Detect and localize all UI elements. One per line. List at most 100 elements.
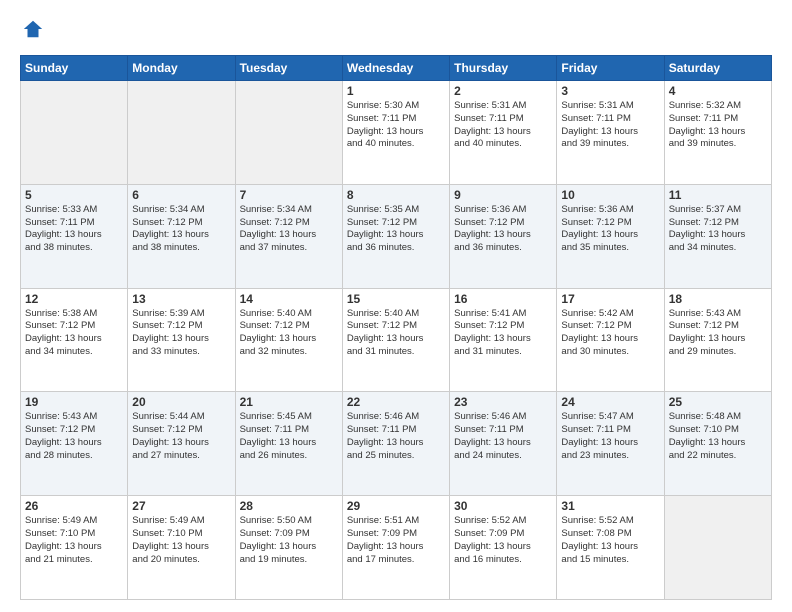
day-info: Sunrise: 5:34 AM Sunset: 7:12 PM Dayligh… (132, 204, 230, 255)
day-number: 10 (561, 188, 659, 202)
page: SundayMondayTuesdayWednesdayThursdayFrid… (0, 0, 792, 612)
day-info: Sunrise: 5:50 AM Sunset: 7:09 PM Dayligh… (240, 515, 338, 566)
day-number: 6 (132, 188, 230, 202)
calendar-cell: 19 Sunrise: 5:43 AM Sunset: 7:12 PM Dayli… (21, 392, 128, 496)
day-info: Sunrise: 5:38 AM Sunset: 7:12 PM Dayligh… (25, 308, 123, 359)
day-info: Sunrise: 5:31 AM Sunset: 7:11 PM Dayligh… (454, 100, 552, 151)
day-info: Sunrise: 5:43 AM Sunset: 7:12 PM Dayligh… (669, 308, 767, 359)
day-number: 19 (25, 395, 123, 409)
calendar-cell: 22Sunrise: 5:46 AM Sunset: 7:11 PM Dayli… (342, 392, 449, 496)
day-info: Sunrise: 5:44 AM Sunset: 7:12 PM Dayligh… (132, 411, 230, 462)
day-info: Sunrise: 5:40 AM Sunset: 7:12 PM Dayligh… (240, 308, 338, 359)
day-header-wednesday: Wednesday (342, 56, 449, 81)
calendar-cell: 8Sunrise: 5:35 AM Sunset: 7:12 PM Daylig… (342, 184, 449, 288)
day-info: Sunrise: 5:36 AM Sunset: 7:12 PM Dayligh… (561, 204, 659, 255)
day-info: Sunrise: 5:36 AM Sunset: 7:12 PM Dayligh… (454, 204, 552, 255)
day-number: 13 (132, 292, 230, 306)
day-number: 17 (561, 292, 659, 306)
day-number: 21 (240, 395, 338, 409)
calendar-cell: 4 Sunrise: 5:32 AM Sunset: 7:11 PM Daylig… (664, 81, 771, 185)
calendar-cell: 26 Sunrise: 5:49 AM Sunset: 7:10 PM Dayli… (21, 496, 128, 600)
header (20, 18, 772, 45)
day-number: 9 (454, 188, 552, 202)
day-number: 31 (561, 499, 659, 513)
day-info: Sunrise: 5:42 AM Sunset: 7:12 PM Dayligh… (561, 308, 659, 359)
logo-icon (22, 18, 44, 40)
calendar-cell: 29Sunrise: 5:51 AM Sunset: 7:09 PM Dayli… (342, 496, 449, 600)
day-number: 4 (669, 84, 767, 98)
calendar-cell: 30 Sunrise: 5:52 AM Sunset: 7:09 PM Dayli… (450, 496, 557, 600)
day-number: 27 (132, 499, 230, 513)
day-header-sunday: Sunday (21, 56, 128, 81)
day-number: 18 (669, 292, 767, 306)
calendar-cell: 24 Sunrise: 5:47 AM Sunset: 7:11 PM Dayli… (557, 392, 664, 496)
calendar-cell (664, 496, 771, 600)
day-info: Sunrise: 5:43 AM Sunset: 7:12 PM Dayligh… (25, 411, 123, 462)
calendar-cell (235, 81, 342, 185)
day-header-monday: Monday (128, 56, 235, 81)
day-info: Sunrise: 5:48 AM Sunset: 7:10 PM Dayligh… (669, 411, 767, 462)
calendar-cell: 31 Sunrise: 5:52 AM Sunset: 7:08 PM Dayli… (557, 496, 664, 600)
day-number: 1 (347, 84, 445, 98)
day-info: Sunrise: 5:51 AM Sunset: 7:09 PM Dayligh… (347, 515, 445, 566)
day-info: Sunrise: 5:34 AM Sunset: 7:12 PM Dayligh… (240, 204, 338, 255)
day-number: 26 (25, 499, 123, 513)
calendar-cell: 21Sunrise: 5:45 AM Sunset: 7:11 PM Dayli… (235, 392, 342, 496)
calendar-cell: 17 Sunrise: 5:42 AM Sunset: 7:12 PM Dayli… (557, 288, 664, 392)
day-info: Sunrise: 5:41 AM Sunset: 7:12 PM Dayligh… (454, 308, 552, 359)
day-number: 22 (347, 395, 445, 409)
day-number: 20 (132, 395, 230, 409)
day-number: 2 (454, 84, 552, 98)
day-info: Sunrise: 5:39 AM Sunset: 7:12 PM Dayligh… (132, 308, 230, 359)
calendar-cell: 16 Sunrise: 5:41 AM Sunset: 7:12 PM Dayli… (450, 288, 557, 392)
calendar-cell (21, 81, 128, 185)
day-info: Sunrise: 5:52 AM Sunset: 7:09 PM Dayligh… (454, 515, 552, 566)
day-number: 23 (454, 395, 552, 409)
logo (20, 18, 46, 45)
day-info: Sunrise: 5:49 AM Sunset: 7:10 PM Dayligh… (132, 515, 230, 566)
day-header-tuesday: Tuesday (235, 56, 342, 81)
day-info: Sunrise: 5:47 AM Sunset: 7:11 PM Dayligh… (561, 411, 659, 462)
day-number: 28 (240, 499, 338, 513)
day-number: 11 (669, 188, 767, 202)
day-info: Sunrise: 5:31 AM Sunset: 7:11 PM Dayligh… (561, 100, 659, 151)
day-number: 7 (240, 188, 338, 202)
day-number: 3 (561, 84, 659, 98)
calendar-cell: 14 Sunrise: 5:40 AM Sunset: 7:12 PM Dayli… (235, 288, 342, 392)
day-info: Sunrise: 5:49 AM Sunset: 7:10 PM Dayligh… (25, 515, 123, 566)
calendar-cell: 2 Sunrise: 5:31 AM Sunset: 7:11 PM Daylig… (450, 81, 557, 185)
calendar-cell: 11Sunrise: 5:37 AM Sunset: 7:12 PM Dayli… (664, 184, 771, 288)
calendar-cell: 27 Sunrise: 5:49 AM Sunset: 7:10 PM Dayli… (128, 496, 235, 600)
day-header-saturday: Saturday (664, 56, 771, 81)
day-info: Sunrise: 5:30 AM Sunset: 7:11 PM Dayligh… (347, 100, 445, 151)
day-info: Sunrise: 5:46 AM Sunset: 7:11 PM Dayligh… (454, 411, 552, 462)
day-number: 15 (347, 292, 445, 306)
calendar-cell: 6 Sunrise: 5:34 AM Sunset: 7:12 PM Daylig… (128, 184, 235, 288)
calendar-cell: 13 Sunrise: 5:39 AM Sunset: 7:12 PM Dayli… (128, 288, 235, 392)
calendar-cell (128, 81, 235, 185)
day-info: Sunrise: 5:40 AM Sunset: 7:12 PM Dayligh… (347, 308, 445, 359)
day-number: 5 (25, 188, 123, 202)
day-header-friday: Friday (557, 56, 664, 81)
calendar-cell: 18 Sunrise: 5:43 AM Sunset: 7:12 PM Dayli… (664, 288, 771, 392)
calendar-cell: 9 Sunrise: 5:36 AM Sunset: 7:12 PM Daylig… (450, 184, 557, 288)
day-number: 12 (25, 292, 123, 306)
day-number: 16 (454, 292, 552, 306)
day-info: Sunrise: 5:35 AM Sunset: 7:12 PM Dayligh… (347, 204, 445, 255)
calendar-cell: 12 Sunrise: 5:38 AM Sunset: 7:12 PM Dayli… (21, 288, 128, 392)
calendar-cell: 10 Sunrise: 5:36 AM Sunset: 7:12 PM Dayli… (557, 184, 664, 288)
calendar-cell: 20 Sunrise: 5:44 AM Sunset: 7:12 PM Dayli… (128, 392, 235, 496)
calendar-cell: 25 Sunrise: 5:48 AM Sunset: 7:10 PM Dayli… (664, 392, 771, 496)
day-number: 30 (454, 499, 552, 513)
calendar-cell: 1 Sunrise: 5:30 AM Sunset: 7:11 PM Daylig… (342, 81, 449, 185)
calendar-cell: 3 Sunrise: 5:31 AM Sunset: 7:11 PM Daylig… (557, 81, 664, 185)
day-header-thursday: Thursday (450, 56, 557, 81)
day-number: 25 (669, 395, 767, 409)
day-info: Sunrise: 5:52 AM Sunset: 7:08 PM Dayligh… (561, 515, 659, 566)
day-number: 14 (240, 292, 338, 306)
calendar-cell: 5 Sunrise: 5:33 AM Sunset: 7:11 PM Daylig… (21, 184, 128, 288)
day-info: Sunrise: 5:33 AM Sunset: 7:11 PM Dayligh… (25, 204, 123, 255)
day-info: Sunrise: 5:32 AM Sunset: 7:11 PM Dayligh… (669, 100, 767, 151)
day-number: 24 (561, 395, 659, 409)
calendar-cell: 28 Sunrise: 5:50 AM Sunset: 7:09 PM Dayli… (235, 496, 342, 600)
